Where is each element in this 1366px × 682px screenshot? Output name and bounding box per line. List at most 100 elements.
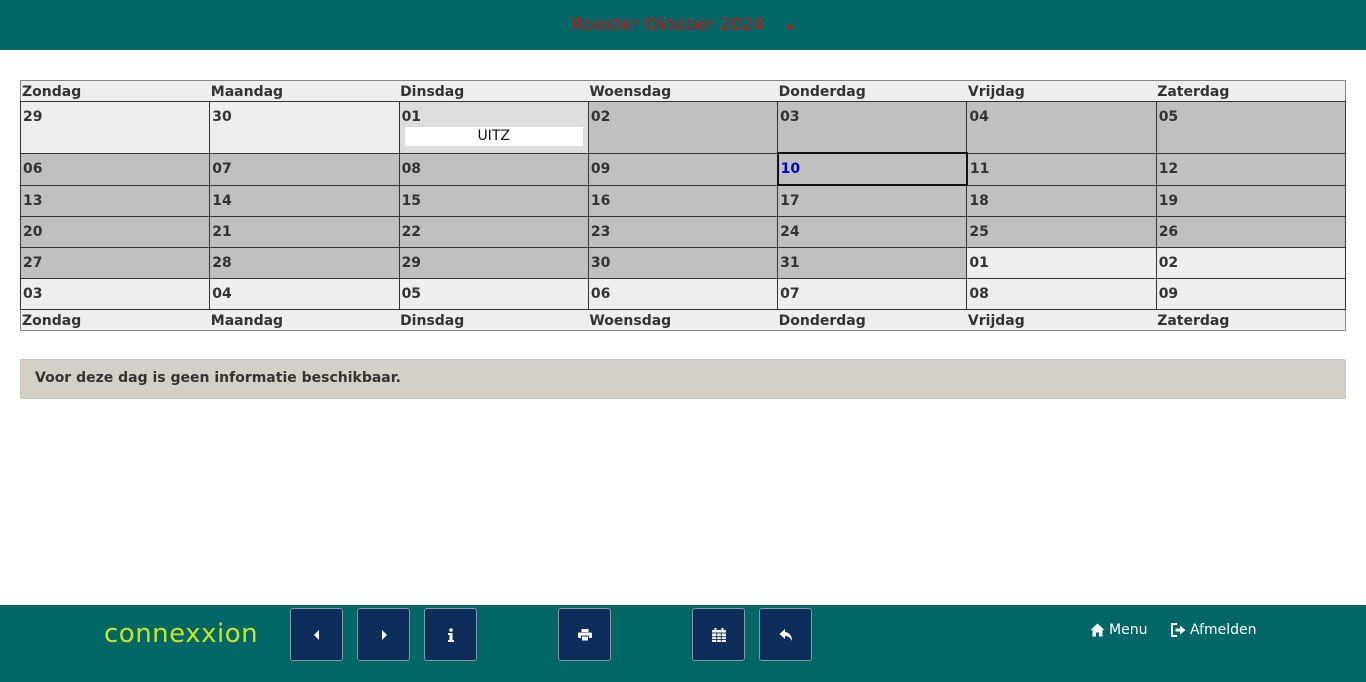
calendar-icon bbox=[711, 627, 726, 642]
day-number: 15 bbox=[401, 192, 422, 209]
day-cell[interactable]: 24 bbox=[777, 216, 968, 248]
day-cell[interactable]: 14 bbox=[209, 184, 400, 217]
day-cell-today[interactable]: 10 bbox=[776, 152, 968, 186]
day-cell[interactable]: 05 bbox=[1155, 101, 1347, 154]
day-number: 19 bbox=[1158, 192, 1179, 209]
sign-out-icon bbox=[1171, 623, 1186, 637]
weekday-label: Woensdag bbox=[588, 80, 778, 102]
day-number: 10 bbox=[780, 161, 801, 177]
weekday-label: Vrijdag bbox=[966, 80, 1157, 102]
day-number: 20 bbox=[23, 224, 43, 240]
day-cell[interactable]: 12 bbox=[1155, 152, 1347, 186]
day-number: 07 bbox=[212, 160, 232, 177]
day-cell[interactable]: 16 bbox=[587, 184, 779, 217]
week-row: 27 28 29 30 31 01 02 bbox=[19, 247, 1347, 279]
day-cell[interactable]: 22 bbox=[398, 216, 589, 248]
day-number: 01 bbox=[401, 109, 422, 125]
day-cell[interactable]: 03 bbox=[19, 278, 211, 310]
weekday-label: Woensdag bbox=[588, 309, 778, 331]
day-cell[interactable]: 09 bbox=[1155, 278, 1347, 310]
weekday-label: Maandag bbox=[209, 309, 400, 331]
day-number: 04 bbox=[212, 286, 232, 302]
day-cell[interactable]: 17 bbox=[777, 184, 968, 217]
day-number: 07 bbox=[780, 286, 800, 302]
weekday-label: Zondag bbox=[20, 309, 210, 331]
day-number: 03 bbox=[23, 286, 43, 302]
week-row: 13 14 15 16 17 18 19 bbox=[19, 184, 1347, 217]
back-button[interactable] bbox=[759, 608, 812, 661]
day-cell[interactable]: 15 bbox=[398, 184, 589, 217]
day-cell[interactable]: 03 bbox=[777, 101, 968, 154]
day-cell[interactable]: 06 bbox=[19, 152, 211, 186]
day-cell[interactable]: 26 bbox=[1155, 216, 1347, 248]
day-number: 08 bbox=[401, 160, 422, 177]
day-number: 18 bbox=[969, 192, 989, 209]
info-panel: Voor deze dag is geen informatie beschik… bbox=[20, 359, 1346, 399]
day-cell[interactable]: 05 bbox=[398, 278, 589, 310]
day-cell[interactable]: 27 bbox=[19, 247, 211, 279]
week-row: 20 21 22 23 24 25 26 bbox=[19, 216, 1347, 248]
day-cell[interactable]: 01 bbox=[966, 247, 1157, 279]
previous-month-button[interactable] bbox=[290, 608, 343, 661]
day-number: 14 bbox=[212, 192, 232, 209]
top-bar: Rooster Oktober 2024 bbox=[0, 0, 1366, 50]
info-button[interactable] bbox=[424, 608, 477, 661]
week-row: 06 07 08 09 10 11 12 bbox=[19, 152, 1347, 186]
day-number: 27 bbox=[23, 255, 43, 271]
next-month-button[interactable] bbox=[357, 608, 410, 661]
day-cell[interactable]: 04 bbox=[966, 101, 1157, 154]
reply-icon bbox=[779, 628, 792, 641]
day-cell[interactable]: 30 bbox=[209, 101, 400, 154]
day-cell[interactable]: 02 bbox=[1155, 247, 1347, 279]
weekday-label: Dinsdag bbox=[399, 309, 589, 331]
day-cell[interactable]: 19 bbox=[1155, 184, 1347, 217]
logout-link[interactable]: Afmelden bbox=[1171, 622, 1257, 638]
day-cell[interactable]: 02 bbox=[587, 101, 779, 154]
weekday-label: Zondag bbox=[20, 80, 210, 102]
day-number: 05 bbox=[1158, 109, 1179, 125]
day-cell[interactable]: 08 bbox=[966, 278, 1157, 310]
day-cell[interactable]: 30 bbox=[587, 247, 779, 279]
day-number: 25 bbox=[969, 224, 989, 240]
day-cell[interactable]: 07 bbox=[209, 152, 400, 186]
day-cell[interactable]: 01 UITZ bbox=[398, 101, 589, 154]
day-cell[interactable]: 04 bbox=[209, 278, 400, 310]
day-cell[interactable]: 06 bbox=[587, 278, 779, 310]
print-button[interactable] bbox=[558, 608, 611, 661]
day-cell[interactable]: 23 bbox=[587, 216, 779, 248]
day-cell[interactable]: 11 bbox=[966, 152, 1157, 186]
day-number: 29 bbox=[23, 109, 43, 125]
day-cell[interactable]: 21 bbox=[209, 216, 400, 248]
day-number: 01 bbox=[969, 255, 989, 271]
day-number: 31 bbox=[780, 255, 800, 271]
connexxion-logo: connexxion bbox=[104, 619, 259, 649]
weekday-label: Zaterdag bbox=[1156, 80, 1346, 102]
day-cell[interactable]: 29 bbox=[19, 101, 211, 154]
day-number: 09 bbox=[1158, 286, 1179, 302]
day-number: 21 bbox=[212, 224, 232, 240]
day-cell[interactable]: 07 bbox=[777, 278, 968, 310]
calendar-button[interactable] bbox=[692, 608, 745, 661]
day-cell[interactable]: 29 bbox=[398, 247, 589, 279]
schedule-event[interactable]: UITZ bbox=[404, 127, 583, 146]
day-number: 24 bbox=[780, 224, 800, 240]
day-cell[interactable]: 08 bbox=[398, 152, 589, 186]
day-cell[interactable]: 13 bbox=[19, 184, 211, 217]
day-cell[interactable]: 25 bbox=[966, 216, 1157, 248]
month-selector[interactable]: Rooster Oktober 2024 bbox=[572, 15, 794, 35]
day-number: 12 bbox=[1158, 160, 1179, 177]
menu-link[interactable]: Menu bbox=[1090, 622, 1147, 638]
day-cell[interactable]: 31 bbox=[777, 247, 968, 279]
day-cell[interactable]: 28 bbox=[209, 247, 400, 279]
day-number: 22 bbox=[401, 224, 422, 240]
day-cell[interactable]: 09 bbox=[587, 152, 779, 186]
day-cell[interactable]: 20 bbox=[19, 216, 211, 248]
weekday-header-top: Zondag Maandag Dinsdag Woensdag Donderda… bbox=[20, 80, 1346, 102]
day-number: 28 bbox=[212, 255, 232, 271]
logout-link-label: Afmelden bbox=[1190, 622, 1257, 638]
day-number: 30 bbox=[212, 109, 232, 125]
day-cell[interactable]: 18 bbox=[966, 184, 1157, 217]
day-number: 04 bbox=[969, 109, 989, 125]
day-number: 03 bbox=[780, 109, 800, 125]
weekday-label: Donderdag bbox=[777, 80, 967, 102]
